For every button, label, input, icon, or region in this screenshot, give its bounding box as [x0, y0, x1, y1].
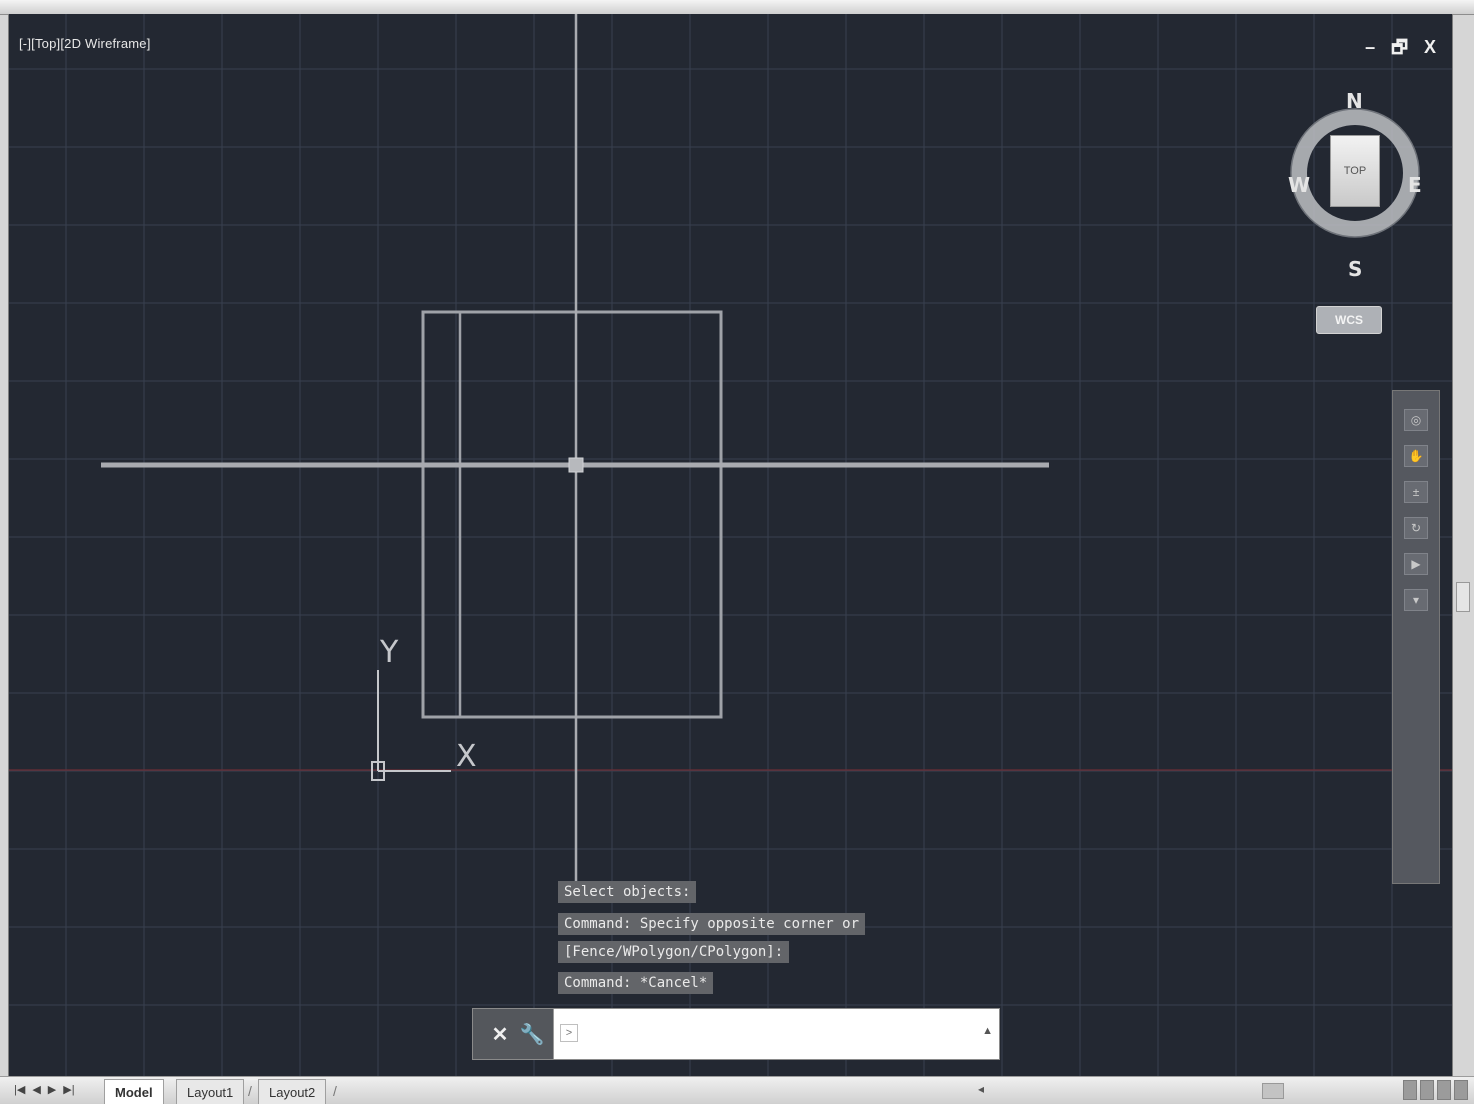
showmotion-icon[interactable]: ▶ — [1404, 553, 1428, 575]
tab-layout2[interactable]: Layout2 — [258, 1079, 327, 1104]
next-tab-icon[interactable]: ▶ — [48, 1083, 56, 1096]
compass-north[interactable]: N — [1346, 89, 1363, 113]
minimize-icon[interactable]: – — [1365, 38, 1375, 56]
horizontal-scrollbar-thumb[interactable] — [1262, 1083, 1284, 1099]
tab-separator: / — [248, 1083, 252, 1099]
navbar-options-icon[interactable]: ▾ — [1404, 589, 1428, 611]
first-tab-icon[interactable]: |◀ — [14, 1083, 25, 1096]
tab-layout1[interactable]: Layout1 — [176, 1079, 245, 1104]
compass-west[interactable]: W — [1288, 173, 1310, 197]
tab-model[interactable]: Model — [104, 1079, 164, 1104]
steering-wheel-icon[interactable]: ◎ — [1404, 409, 1428, 431]
command-input[interactable] — [584, 1023, 968, 1047]
layout-tab-bar: |◀ ◀ ▶ ▶| Model Layout1 / Layout2 / ◂ — [0, 1076, 1474, 1104]
command-line: ✕ 🔧 > ▲ — [472, 1008, 1000, 1060]
close-icon[interactable]: ✕ — [487, 1019, 513, 1049]
viewcube[interactable]: N S W E TOP — [1284, 75, 1424, 281]
last-tab-icon[interactable]: ▶| — [63, 1083, 74, 1096]
command-history-line: Command: *Cancel* — [558, 972, 714, 994]
close-icon[interactable]: X — [1424, 38, 1436, 56]
viewport-window-controls: – 🗗 X — [1365, 38, 1436, 56]
status-icon[interactable] — [1420, 1080, 1434, 1100]
ucs-y-label: Y — [379, 635, 399, 670]
previous-tab-icon[interactable]: ◀ — [32, 1083, 40, 1096]
command-history-line: [Fence/WPolygon/CPolygon]: — [558, 941, 790, 963]
status-icon[interactable] — [1454, 1080, 1468, 1100]
tab-separator: / — [333, 1083, 337, 1099]
vertical-scrollbar-thumb[interactable] — [1456, 582, 1470, 612]
ribbon-edge — [0, 0, 1474, 15]
command-input-box[interactable]: > ▲ — [553, 1009, 999, 1059]
horizontal-scroll-arrow-icon[interactable]: ◂ — [978, 1082, 984, 1096]
ucs-x-label: X — [456, 739, 477, 774]
status-icon[interactable] — [1437, 1080, 1451, 1100]
wcs-menu-button[interactable]: WCS — [1316, 306, 1382, 334]
layout-tab-navigation: |◀ ◀ ▶ ▶| — [14, 1083, 75, 1096]
rectangle-object[interactable] — [421, 310, 723, 719]
autocad-window: Y X [-][Top][2D Wireframe] – 🗗 X N S W E… — [0, 0, 1474, 1104]
orbit-icon[interactable]: ↻ — [1404, 517, 1428, 539]
command-prompt-icon[interactable]: > — [560, 1024, 578, 1042]
navigation-bar: ◎ ✋ ± ↻ ▶ ▾ — [1392, 390, 1440, 884]
command-history-line: Command: Specify opposite corner or — [558, 913, 866, 935]
viewcube-top-face[interactable]: TOP — [1330, 135, 1380, 207]
crosshair-pickbox — [568, 457, 584, 473]
status-icon[interactable] — [1403, 1080, 1417, 1100]
command-history-line: Select objects: — [558, 881, 697, 903]
status-icons — [1403, 1080, 1468, 1100]
chevron-up-icon[interactable]: ▲ — [982, 1025, 993, 1037]
pan-icon[interactable]: ✋ — [1404, 445, 1428, 467]
zoom-icon[interactable]: ± — [1404, 481, 1428, 503]
restore-icon[interactable]: 🗗 — [1391, 38, 1408, 56]
compass-south[interactable]: S — [1348, 257, 1362, 281]
wrench-icon[interactable]: 🔧 — [519, 1019, 545, 1049]
viewport-controls-label[interactable]: [-][Top][2D Wireframe] — [19, 36, 151, 51]
compass-east[interactable]: E — [1408, 173, 1422, 197]
